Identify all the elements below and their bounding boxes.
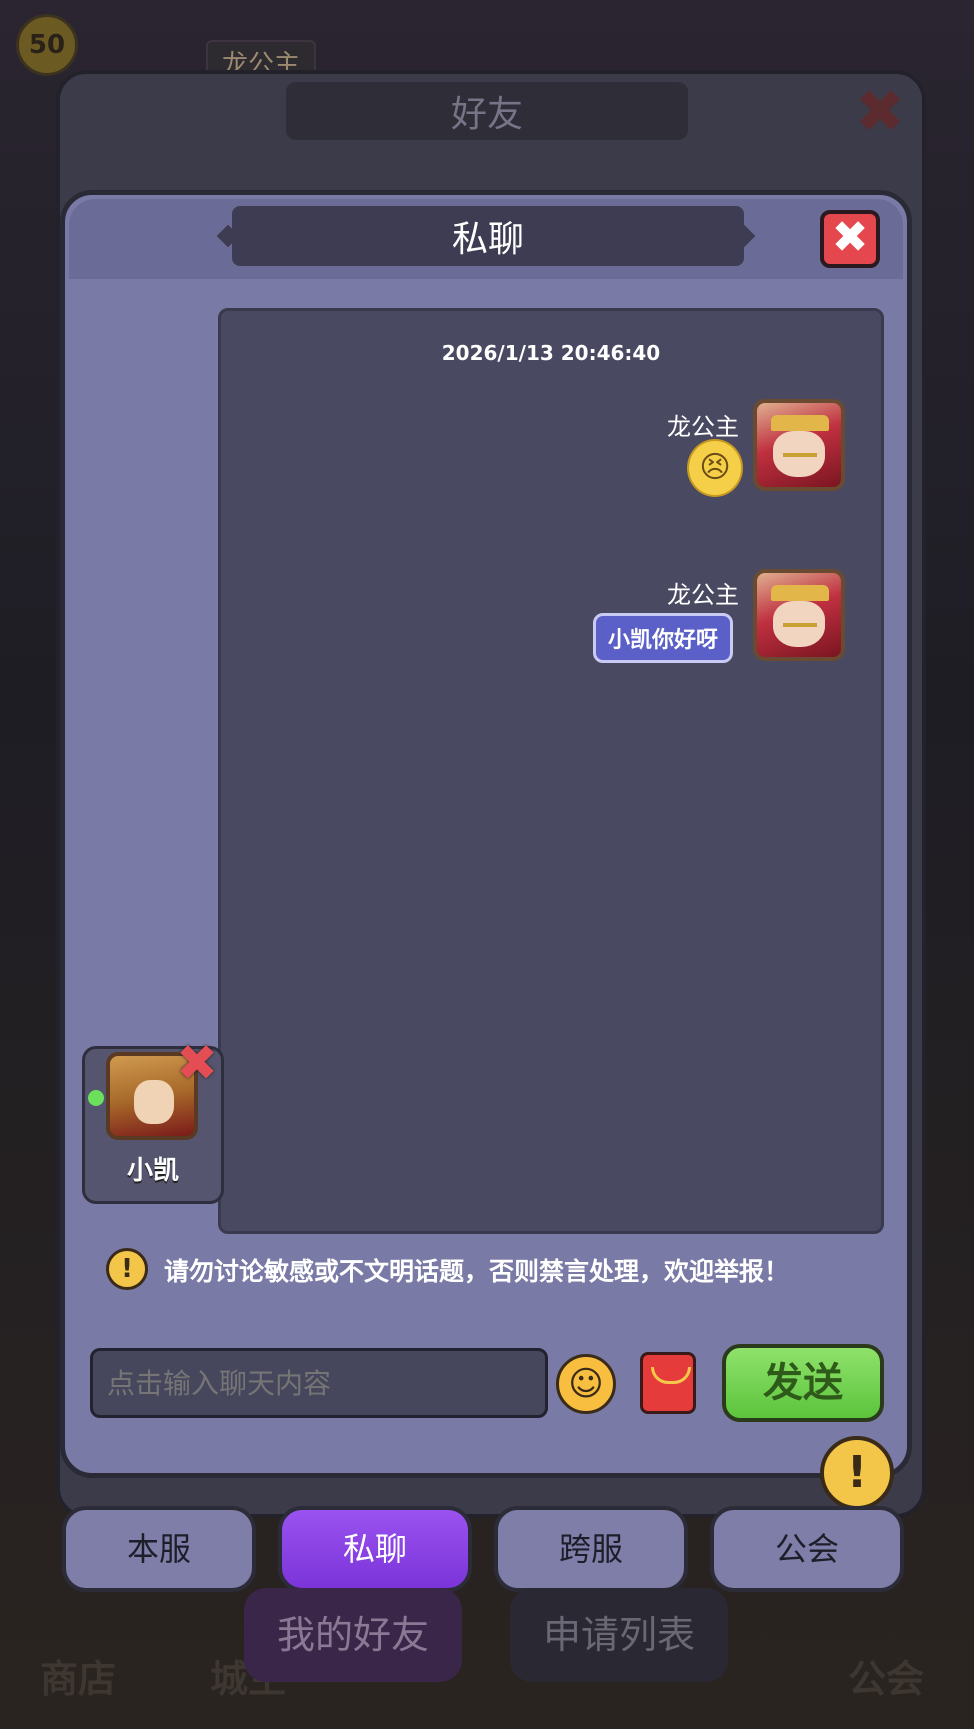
tab-cross-server[interactable]: 跨服 — [494, 1506, 688, 1592]
tab-private-chat[interactable]: 私聊 — [278, 1506, 472, 1592]
report-help-icon[interactable]: ! — [820, 1436, 894, 1510]
sender-avatar[interactable] — [753, 399, 845, 491]
red-packet-icon — [651, 1367, 691, 1384]
message-sender-name: 龙公主 — [667, 413, 739, 441]
crown-icon — [771, 415, 829, 431]
text-message-bubble: 小凯你好呀 — [592, 613, 733, 663]
sender-avatar[interactable] — [753, 569, 845, 661]
remove-contact-icon[interactable]: ✖ — [174, 1038, 220, 1088]
message-timestamp: 2026/1/13 20:46:40 — [441, 341, 661, 365]
send-button[interactable]: 发送 — [722, 1344, 884, 1422]
chat-title: 私聊 — [232, 206, 744, 266]
friends-close-icon[interactable]: ✖ — [852, 82, 908, 142]
smiley-icon: ☺ — [568, 1364, 604, 1404]
tab-guild[interactable]: 公会 — [710, 1506, 904, 1592]
red-packet-button[interactable] — [640, 1352, 696, 1414]
tab-my-friends[interactable]: 我的好友 — [244, 1588, 462, 1682]
bottom-nav-shop: 商店 — [40, 1657, 117, 1701]
tab-request-list[interactable]: 申请列表 — [510, 1588, 728, 1682]
sticker-message: 😣 — [687, 439, 743, 497]
avatar-face — [134, 1080, 174, 1124]
online-status-dot — [88, 1090, 104, 1106]
tab-server[interactable]: 本服 — [62, 1506, 256, 1592]
crown-icon — [771, 585, 829, 601]
avatar-eyes — [783, 453, 817, 463]
message-list[interactable]: 2026/1/13 20:46:40 龙公主 😣 龙公主 小凯你好呀 — [218, 308, 884, 1234]
warning-icon: ! — [106, 1248, 148, 1290]
contact-name: 小凯 — [126, 1156, 179, 1186]
message-sender-name: 龙公主 — [667, 581, 739, 609]
warning-text: 请勿讨论敏感或不文明话题，否则禁言处理，欢迎举报！ — [164, 1257, 790, 1286]
chat-close-button[interactable]: ✖ — [820, 210, 880, 268]
avatar-eyes — [783, 623, 817, 633]
friends-panel-title: 好友 — [286, 82, 688, 140]
player-level-badge: 50 — [16, 14, 78, 76]
chat-input[interactable] — [90, 1348, 548, 1418]
bottom-nav-guild: 公会 — [848, 1657, 925, 1701]
emoji-button[interactable]: ☺ — [556, 1354, 616, 1414]
